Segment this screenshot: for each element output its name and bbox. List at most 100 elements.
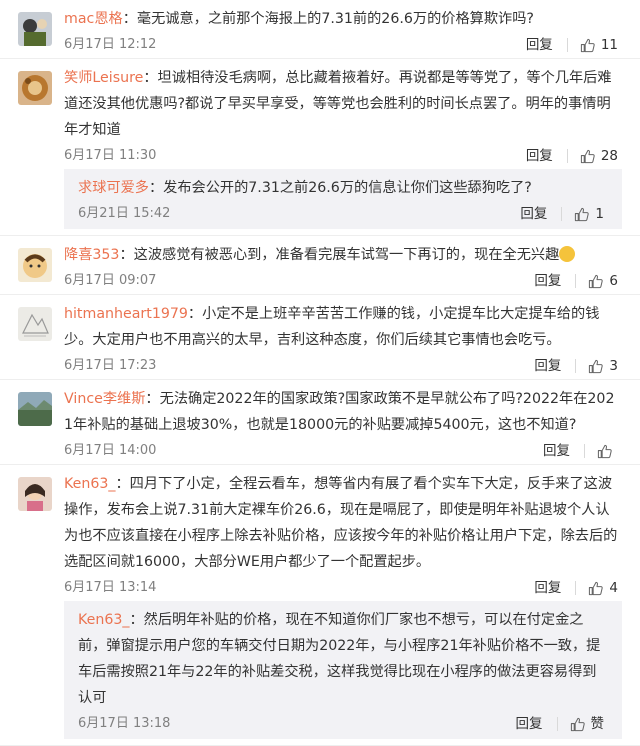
like-count: 4 [609,580,618,596]
like-button[interactable]: 赞 [570,711,605,737]
username[interactable]: Ken63_ [64,476,115,492]
comment-text: 四月下了小定，全程云看车，想等省内有展了看个实车下大定，反手来了这波操作，发布会… [64,476,618,570]
comment-meta: 6月17日 14:00 回复 [64,438,622,464]
timestamp: 6月17日 13:18 [78,716,171,731]
like-button[interactable]: 4 [588,575,618,601]
username[interactable]: 笑师Leisure [64,70,143,86]
like-button[interactable]: 1 [574,201,604,227]
reply-button[interactable]: 回复 [520,201,547,227]
comment-item: hitmanheart1979：小定不是上班辛辛苦苦工作赚的钱，小定提车比大定提… [0,295,640,380]
avatar[interactable] [18,392,52,426]
divider [566,38,568,52]
reply-button[interactable]: 回复 [543,438,570,464]
comment-list: mac恩格：毫无诚意，之前那个海报上的7.31前的26.6万的价格算欺诈吗? 6月… [0,0,640,746]
divider [584,444,585,458]
username[interactable]: mac恩格 [64,11,123,27]
reply-button[interactable]: 回复 [526,143,553,169]
timestamp: 6月17日 11:30 [64,148,157,163]
like-button[interactable]: 11 [580,32,618,58]
divider [575,581,577,595]
thumbs-up-icon [589,581,604,595]
username[interactable]: Vince李维斯 [64,391,145,407]
username[interactable]: 降喜353 [64,247,119,263]
username[interactable]: 求球可爱多 [78,180,149,196]
comment-meta: 6月17日 11:30 回复 28 [64,143,622,169]
comment-body: 降喜353：这波感觉有被恶心到，准备看完展车试驾一下再订的，现在全无兴趣 [64,236,622,268]
comment-actions: 回复 6 [534,268,618,294]
thumbs-up-icon [589,359,604,373]
comment-meta: 6月17日 13:14 回复 4 [64,575,622,601]
comment-actions: 回复 4 [534,575,618,601]
thumbs-up-icon [580,38,595,52]
timestamp: 6月17日 14:00 [64,443,157,458]
timestamp: 6月17日 13:14 [64,580,157,595]
timestamp: 6月21日 15:42 [78,206,171,221]
like-count: 3 [609,358,618,374]
comment-text: 发布会公开的7.31之前26.6万的信息让你们这些舔狗吃了? [163,180,532,196]
like-count: 11 [600,37,618,53]
reply-thread: Ken63_：然后明年补贴的价格，现在不知道你们厂家也不想亏，可以在付定金之前，… [64,601,622,739]
thumbs-up-icon [575,207,590,221]
thumbs-up-icon [570,717,585,731]
comment-text: 毫无诚意，之前那个海报上的7.31前的26.6万的价格算欺诈吗? [136,11,534,27]
divider [566,149,568,163]
comment-body: hitmanheart1979：小定不是上班辛辛苦苦工作赚的钱，小定提车比大定提… [64,306,600,348]
reply-button[interactable]: 回复 [516,711,543,737]
comment-text: 这波感觉有被恶心到，准备看完展车试驾一下再订的，现在全无兴趣 [133,247,560,263]
comment-actions: 回复 11 [526,32,618,58]
reply-button[interactable]: 回复 [534,268,561,294]
timestamp: 6月17日 12:12 [64,37,157,52]
comment-actions: 回复 [543,438,618,464]
comment-item: 降喜353：这波感觉有被恶心到，准备看完展车试驾一下再订的，现在全无兴趣 6月17… [0,236,640,295]
avatar[interactable] [18,307,52,341]
avatar[interactable] [18,12,52,46]
comment-text: 然后明年补贴的价格，现在不知道你们厂家也不想亏，可以在付定金之前，弹窗提示用户您… [78,612,601,706]
like-count: 1 [595,206,604,222]
comment-body: Vince李维斯：无法确定2022年的国家政策?国家政策不是早就公布了吗?202… [64,391,615,433]
comment-item: Ken63_：四月下了小定，全程云看车，想等省内有展了看个实车下大定，反手来了这… [0,465,640,746]
avatar[interactable] [18,71,52,105]
like-count: 赞 [590,716,605,732]
like-button[interactable]: 28 [580,143,618,169]
like-count: 28 [600,148,618,164]
comment-meta: 6月17日 13:18 回复 赞 [78,711,608,737]
divider [561,207,563,221]
divider [575,359,577,373]
reply-button[interactable]: 回复 [534,575,561,601]
like-button[interactable] [597,444,618,459]
comment-meta: 6月17日 09:07 回复 6 [64,268,622,294]
comment-item: mac恩格：毫无诚意，之前那个海报上的7.31前的26.6万的价格算欺诈吗? 6月… [0,0,640,59]
reply-button[interactable]: 回复 [526,32,553,58]
avatar[interactable] [18,477,52,511]
divider [556,717,558,731]
comment-item: Vince李维斯：无法确定2022年的国家政策?国家政策不是早就公布了吗?202… [0,380,640,465]
comment-actions: 回复 1 [520,201,604,227]
avatar[interactable] [18,248,52,282]
comment-body: Ken63_：然后明年补贴的价格，现在不知道你们厂家也不想亏，可以在付定金之前，… [78,612,601,706]
laughing-emoji-icon [559,246,576,262]
thumbs-up-icon [597,444,612,458]
timestamp: 6月17日 17:23 [64,358,157,373]
username[interactable]: Ken63_ [78,612,129,628]
comment-body: 求球可爱多：发布会公开的7.31之前26.6万的信息让你们这些舔狗吃了? [78,180,532,196]
comment-actions: 回复 赞 [516,711,605,737]
divider [575,274,577,288]
comment-meta: 6月21日 15:42 回复 1 [78,201,608,227]
comment-text: 坦诚相待没毛病啊，总比藏着掖着好。再说都是等等党了，等个几年后难道还没其他优惠吗… [64,70,612,138]
reply-button[interactable]: 回复 [534,353,561,379]
timestamp: 6月17日 09:07 [64,273,157,288]
like-button[interactable]: 6 [588,268,618,294]
comment-body: 笑师Leisure：坦诚相待没毛病啊，总比藏着掖着好。再说都是等等党了，等个几年… [64,70,612,138]
comment-meta: 6月17日 17:23 回复 3 [64,353,622,379]
comment-actions: 回复 28 [526,143,618,169]
thumbs-up-icon [589,274,604,288]
comment-item: 笑师Leisure：坦诚相待没毛病啊，总比藏着掖着好。再说都是等等党了，等个几年… [0,59,640,236]
comment-meta: 6月17日 12:12 回复 11 [64,32,622,58]
comment-text: 无法确定2022年的国家政策?国家政策不是早就公布了吗?2022年在2021年补… [64,391,615,433]
thumbs-up-icon [580,149,595,163]
comment-actions: 回复 3 [534,353,618,379]
username[interactable]: hitmanheart1979 [64,306,188,322]
like-count: 6 [609,273,618,289]
reply-thread: 求球可爱多：发布会公开的7.31之前26.6万的信息让你们这些舔狗吃了? 6月21… [64,169,622,229]
like-button[interactable]: 3 [588,353,618,379]
